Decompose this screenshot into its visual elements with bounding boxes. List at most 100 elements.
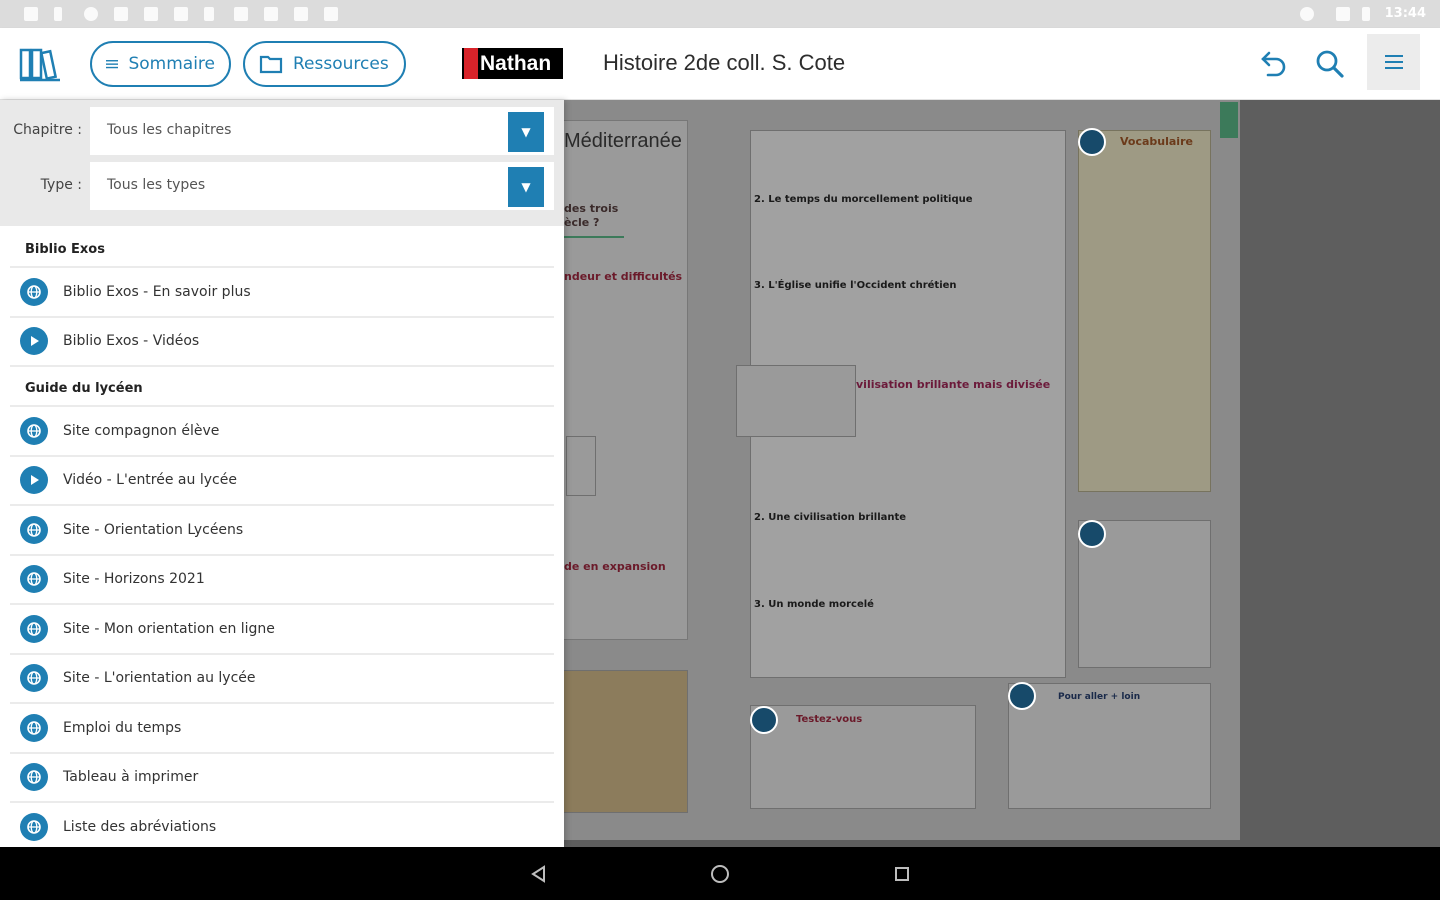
resource-item[interactable]: Site - L'orientation au lycée xyxy=(10,655,554,704)
notification-icon xyxy=(324,7,338,21)
resource-item[interactable]: Biblio Exos - En savoir plus xyxy=(10,268,554,318)
chapitre-label: Chapitre : xyxy=(13,122,82,138)
page-heading: 2. Une civilisation brillante xyxy=(754,512,907,523)
nathan-logo: Nathan xyxy=(462,48,563,79)
zoom-icon[interactable] xyxy=(1008,682,1036,710)
play-icon xyxy=(20,327,48,356)
page-footer xyxy=(560,820,1240,840)
resource-item[interactable]: Site - Mon orientation en ligne xyxy=(10,605,554,655)
sommaire-label: Sommaire xyxy=(128,54,215,74)
resource-item[interactable]: Site compagnon élève xyxy=(10,407,554,457)
vocabulary-title: Vocabulaire xyxy=(1120,135,1193,148)
link-icon xyxy=(20,763,48,792)
page-question-line: des trois xyxy=(564,202,619,215)
chapitre-select[interactable]: Tous les chapitres ▼ xyxy=(90,107,554,155)
resource-item[interactable]: Site - Horizons 2021 xyxy=(10,556,554,605)
notification-icon xyxy=(84,7,98,21)
resource-item[interactable]: Tableau à imprimer xyxy=(10,754,554,803)
library-icon[interactable] xyxy=(18,45,62,83)
link-icon xyxy=(20,515,48,544)
status-time: 13:44 xyxy=(1384,6,1426,21)
zoom-icon[interactable] xyxy=(750,706,778,734)
zoom-icon[interactable] xyxy=(1078,128,1106,156)
logo-mark xyxy=(464,48,478,79)
resource-item-label: Site - Horizons 2021 xyxy=(63,571,205,588)
page-heading: 3. L'Église unifie l'Occident chrétien xyxy=(754,280,957,291)
resource-item[interactable]: Site - Orientation Lycéens xyxy=(10,506,554,556)
dropdown-arrow-icon[interactable]: ▼ xyxy=(508,167,544,207)
type-select[interactable]: Tous les types ▼ xyxy=(90,162,554,210)
resource-item[interactable]: Vidéo - L'entrée au lycée xyxy=(10,457,554,506)
menu-button[interactable] xyxy=(1367,34,1420,90)
page-testez-vous-box xyxy=(750,705,976,809)
link-icon xyxy=(20,416,48,445)
resource-item-label: Tableau à imprimer xyxy=(63,769,199,786)
undo-icon xyxy=(1261,51,1286,77)
page-red-heading: de en expansion xyxy=(564,560,666,573)
hamburger-icon xyxy=(1384,55,1403,69)
resource-item-label: Liste des abréviations xyxy=(63,818,217,835)
notification-icon xyxy=(54,7,62,21)
wifi-icon xyxy=(1336,7,1350,21)
resource-item[interactable]: Emploi du temps xyxy=(10,704,554,754)
list-icon xyxy=(106,60,119,69)
page-sidebar-vocabulary xyxy=(1078,130,1211,492)
resource-item-label: Site - Orientation Lycéens xyxy=(63,521,244,538)
page-title: Méditerranée xyxy=(564,130,682,152)
zoom-icon[interactable] xyxy=(1078,520,1106,548)
logo-text: Nathan xyxy=(480,51,552,75)
notification-icon xyxy=(294,7,308,21)
search-button[interactable] xyxy=(1306,40,1354,88)
circle-home-icon xyxy=(711,865,729,883)
app-header: Sommaire Ressources Nathan Histoire 2de … xyxy=(0,28,1440,100)
ressources-label: Ressources xyxy=(293,54,389,74)
book-page[interactable]: Méditerranée des trois ècle ? ndeur et d… xyxy=(560,100,1240,840)
filters-panel: Chapitre : Tous les chapitres ▼ Type : T… xyxy=(0,100,564,226)
status-bar: 13:44 xyxy=(0,0,1440,28)
nav-back-button[interactable] xyxy=(526,861,552,887)
notification-icon xyxy=(174,7,188,21)
type-label: Type : xyxy=(40,177,82,193)
resource-item-label: Site - Mon orientation en ligne xyxy=(63,620,275,637)
resource-item-label: Biblio Exos - En savoir plus xyxy=(63,283,251,300)
page-heading: 2. Le temps du morcellement politique xyxy=(754,194,973,205)
resource-item[interactable]: Biblio Exos - Vidéos xyxy=(10,318,554,367)
resources-drawer: Chapitre : Tous les chapitres ▼ Type : T… xyxy=(0,100,564,847)
page-question-line: ècle ? xyxy=(564,216,600,229)
nav-home-button[interactable] xyxy=(707,861,733,887)
type-filter-row: Type : Tous les types ▼ xyxy=(0,162,564,210)
page-heading: 3. Un monde morcelé xyxy=(754,599,874,610)
page-note-box xyxy=(566,436,596,496)
link-icon xyxy=(20,812,48,841)
square-recents-icon xyxy=(895,867,909,881)
page-rule xyxy=(564,236,624,238)
link-icon xyxy=(20,614,48,643)
resource-list: Biblio Exos Biblio Exos - En savoir plus B… xyxy=(10,228,554,847)
notification-icon xyxy=(114,7,128,21)
navigation-bar xyxy=(0,847,1440,900)
link-icon xyxy=(20,565,48,594)
ressources-button[interactable]: Ressources xyxy=(243,41,406,87)
notification-icon xyxy=(234,7,248,21)
page-red-heading: ndeur et difficultés xyxy=(564,270,683,283)
notification-icon xyxy=(264,7,278,21)
resource-item[interactable]: Liste des abréviations xyxy=(10,803,554,847)
resource-item-label: Vidéo - L'entrée au lycée xyxy=(63,472,237,489)
page-image xyxy=(560,670,688,813)
notification-icon xyxy=(204,7,214,21)
chapitre-select-value: Tous les chapitres xyxy=(107,122,232,138)
link-icon xyxy=(20,277,48,306)
notification-icon xyxy=(144,7,158,21)
page-red-heading: vilisation brillante mais divisée xyxy=(856,378,1051,391)
notification-icon xyxy=(24,7,38,21)
nav-recents-button[interactable] xyxy=(889,861,915,887)
back-button[interactable] xyxy=(1250,40,1298,88)
dropdown-arrow-icon[interactable]: ▼ xyxy=(508,112,544,152)
resource-item-label: Biblio Exos - Vidéos xyxy=(63,333,200,350)
testez-vous-title: Testez-vous xyxy=(796,714,863,725)
link-icon xyxy=(20,713,48,742)
resource-item-label: Site - L'orientation au lycée xyxy=(63,670,256,687)
resource-item-label: Emploi du temps xyxy=(63,719,182,736)
sommaire-button[interactable]: Sommaire xyxy=(90,41,231,87)
page-bookmark-tab[interactable] xyxy=(1220,102,1238,138)
